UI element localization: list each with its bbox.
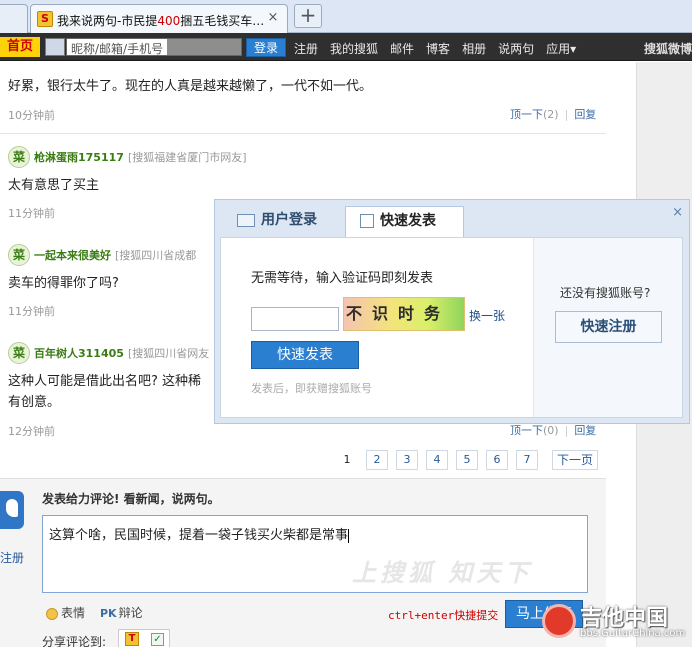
home-link[interactable]: 首页 [0,37,40,57]
upvote-count: (0) [543,424,559,437]
upvote-count: (2) [543,108,559,121]
upvote-link[interactable]: 顶一下 [510,108,543,121]
composer-watermark: 上搜狐 知天下 [352,559,533,587]
user-level-badge: 菜 [8,244,30,266]
composer-title: 发表给力评论! 看新闻，说两句。 [42,492,220,506]
sohu-favicon-icon: S [37,11,53,27]
captcha-image: 不识时务 [343,297,465,331]
quick-register-button[interactable]: 快速注册 [555,311,662,343]
composer-register-link[interactable]: 注册 [0,549,24,566]
nav-my-sohu-link[interactable]: 我的搜狐 [330,40,378,56]
captcha-refresh-link[interactable]: 换一张 [469,307,505,324]
browser-tab-bar: S 我来说两句-市民提400捆五毛钱买车… × + [0,0,692,33]
page-5[interactable]: 5 [456,450,478,470]
comment-text: 太有意思了买主 [8,178,100,193]
emoji-button[interactable]: 表情 [46,604,85,621]
new-tab-button[interactable]: + [294,4,322,28]
comment-username[interactable]: 百年树人311405 [34,347,124,360]
comment-time: 12分钟前 [8,425,55,438]
user-level-badge: 菜 [8,146,30,168]
text-caret [348,528,350,543]
reply-link[interactable]: 回复 [574,108,596,121]
nav-apps-menu[interactable]: 应用▾ [546,40,576,56]
page-6[interactable]: 6 [486,450,508,470]
comment-location: [搜狐福建省厦门市网友] [127,151,247,164]
nav-blog-link[interactable]: 博客 [426,40,450,56]
comment-time: 10分钟前 [8,109,55,122]
tab-quick-post[interactable]: 快速发表 [345,206,464,237]
reply-link[interactable]: 回复 [574,424,596,437]
nav-mail-link[interactable]: 邮件 [390,40,414,56]
comment-actions: 顶一下(0) | 回复 [510,424,597,437]
avatar [45,38,65,56]
sohu-avatar-icon [0,491,24,529]
site-watermark-logo: 吉他中国 bbs.GuitarChina.com [540,598,692,647]
comment-text: 卖车的得罪你了吗? [8,276,119,291]
comment-location: [搜狐四川省成都 [115,249,197,262]
dialog-body: 无需等待，输入验证码即刻发表 不识时务 换一张 快速发表 发表后，即获赠搜狐账号… [220,237,683,418]
upvote-link[interactable]: 顶一下 [510,424,543,437]
quick-post-dialog: × 用户登录 快速发表 无需等待，输入验证码即刻发表 不识时务 换一张 快速发表… [214,199,690,424]
comment-text-line2: 有创意。 [8,395,61,410]
close-icon[interactable]: × [672,205,683,220]
smile-icon [46,607,58,620]
nav-comments-link[interactable]: 说两句 [498,40,534,56]
reply-composer: 注册 发表给力评论! 看新闻，说两句。 这算个啥，民国时候，提着一袋子钱买火柴都… [0,478,606,647]
comment-header: 菜一起本来很美好 [搜狐四川省成都 [8,244,196,266]
comment-text: 好累，银行太牛了。现在的人真是越来越懒了，一代不如一代。 [8,79,373,94]
user-level-badge: 菜 [8,342,30,364]
comment-header: 菜枪淋蛋雨175117 [搜狐福建省厦门市网友] [8,146,247,168]
nav-album-link[interactable]: 相册 [462,40,486,56]
masked-input-area [167,39,241,55]
page-4[interactable]: 4 [426,450,448,470]
page-1[interactable]: 1 [336,450,358,470]
pagination: 1 2 3 4 5 6 7 下一页 [336,450,598,470]
active-tab[interactable]: S 我来说两句-市民提400捆五毛钱买车… × [30,4,288,33]
nav-register-link[interactable]: 注册 [294,40,318,56]
comment-username[interactable]: 枪淋蛋雨175117 [34,151,124,164]
quick-post-panel: 无需等待，输入验证码即刻发表 不识时务 换一张 快速发表 发表后，即获赠搜狐账号 [221,238,533,417]
nav-links: 注册 我的搜狐 邮件 博客 相册 说两句 应用▾ [294,40,588,56]
quick-post-note: 发表后，即获赠搜狐账号 [251,382,372,395]
register-panel: 还没有搜狐账号? 快速注册 [533,238,682,417]
page-2[interactable]: 2 [366,450,388,470]
divider [0,133,606,134]
share-label: 分享评论到: [42,635,107,647]
comment-actions: 顶一下(2) | 回复 [510,108,597,121]
site-nav-bar: 首页 昵称/邮箱/手机号 登录 注册 我的搜狐 邮件 博客 相册 说两句 应用▾… [0,33,692,61]
weibo-brand-link[interactable]: 搜狐微博 [644,40,692,57]
no-account-text: 还没有搜狐账号? [560,286,651,300]
pk-icon: PK [100,607,117,620]
share-weibo-icon[interactable]: T [125,632,139,646]
comment-username[interactable]: 一起本来很美好 [34,249,111,262]
guitar-logo-icon [542,604,576,638]
comment-text-line1: 这种人可能是借此出名吧? 这种稀 [8,374,202,389]
tab-user-login[interactable]: 用户登录 [227,206,343,237]
captcha-input[interactable] [251,307,339,331]
debate-button[interactable]: PK 辩论 [100,604,143,621]
watermark-url: bbs.GuitarChina.com [580,628,686,639]
hotkey-hint: ctrl+enter快捷提交 [388,609,499,622]
comment-location: [搜狐四川省网友 [127,347,210,360]
login-button[interactable]: 登录 [246,38,286,57]
tab-close-icon[interactable]: × [265,10,281,26]
quick-post-message: 无需等待，输入验证码即刻发表 [251,271,434,286]
page-7[interactable]: 7 [516,450,538,470]
user-card-icon [237,213,255,227]
next-page-button[interactable]: 下一页 [552,450,598,470]
login-username-input[interactable]: 昵称/邮箱/手机号 [66,38,242,56]
share-targets: T ✓ [118,629,170,647]
comment-time: 11分钟前 [8,207,55,220]
share-checkbox[interactable]: ✓ [151,633,164,646]
edit-icon [360,214,374,228]
quick-post-button[interactable]: 快速发表 [251,341,359,369]
comment-time: 11分钟前 [8,305,55,318]
tab-title: 我来说两句-市民提400捆五毛钱买车… [57,14,265,28]
page-3[interactable]: 3 [396,450,418,470]
comment-header: 菜百年树人311405 [搜狐四川省网友 [8,342,209,364]
previous-tab[interactable] [0,4,28,33]
